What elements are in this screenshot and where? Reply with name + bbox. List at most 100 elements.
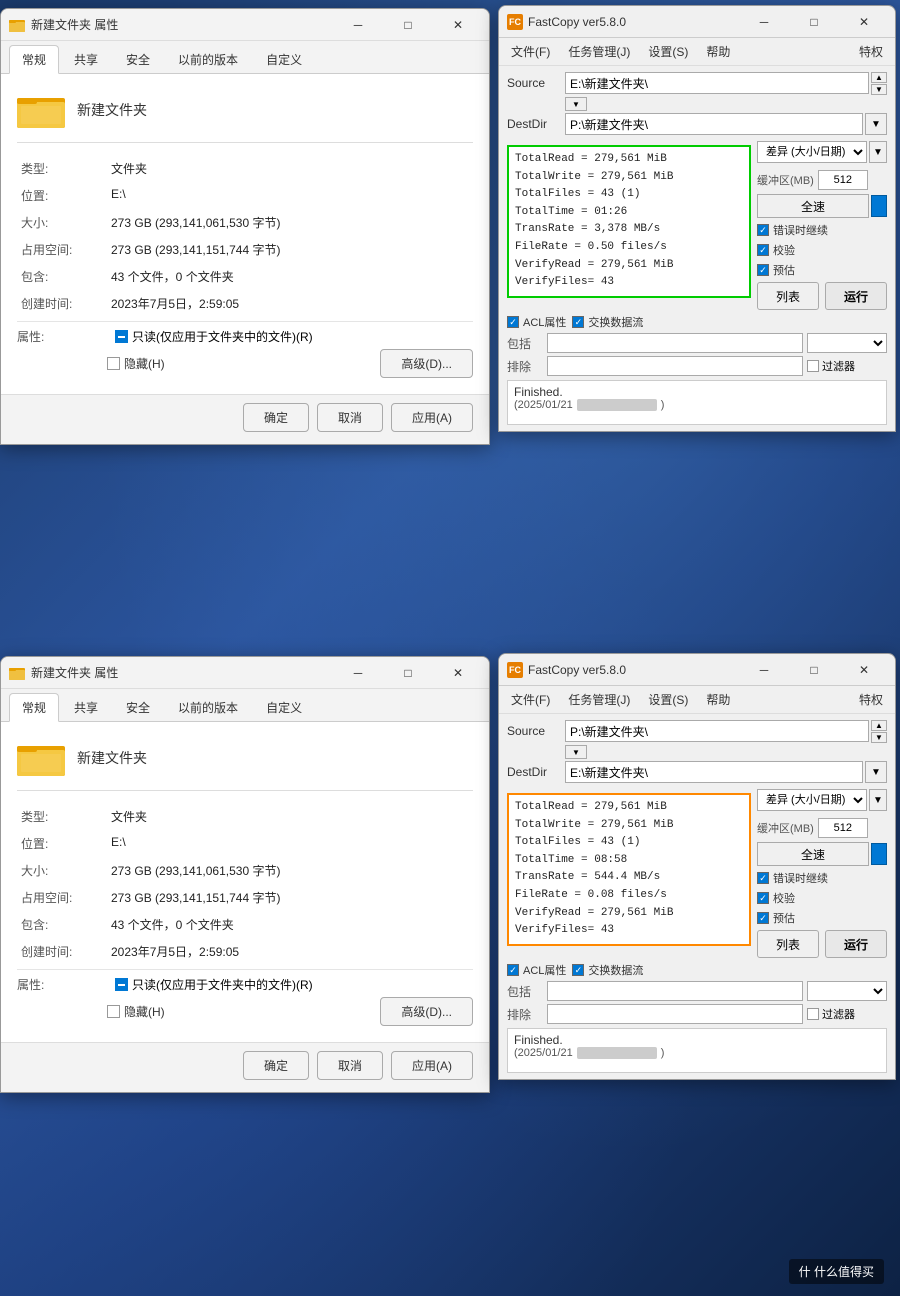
bl-tab-share[interactable]: 共享 <box>61 693 111 721</box>
include-input[interactable] <box>547 333 803 353</box>
include-select[interactable] <box>807 333 887 353</box>
filter-checkbox[interactable] <box>807 360 819 372</box>
folder-icon <box>17 90 65 130</box>
br-menu-help[interactable]: 帮助 <box>698 688 738 711</box>
mode-dropdown-btn[interactable]: ▼ <box>869 141 887 163</box>
tab-previous[interactable]: 以前的版本 <box>165 45 251 73</box>
br-menu-privilege[interactable]: 特权 <box>851 688 891 711</box>
br-source-dropdown-btn[interactable]: ▼ <box>565 745 587 759</box>
menu-privilege[interactable]: 特权 <box>851 40 891 63</box>
bl-advanced-button[interactable]: 高级(D)... <box>380 997 473 1026</box>
br-exclude-input[interactable] <box>547 1004 803 1024</box>
fc-left-col: TotalRead = 279,561 MiBTotalWrite = 279,… <box>507 141 751 310</box>
minimize-button[interactable]: ─ <box>335 9 381 41</box>
run-button[interactable]: 运行 <box>825 282 887 310</box>
close-button[interactable]: ✕ <box>435 9 481 41</box>
br-menu-task[interactable]: 任务管理(J) <box>560 688 638 711</box>
bl-close-button[interactable]: ✕ <box>435 657 481 689</box>
menu-file[interactable]: 文件(F) <box>503 40 558 63</box>
br-verify-checkbox[interactable] <box>757 892 769 904</box>
br-scroll-down-btn[interactable]: ▼ <box>871 732 887 743</box>
exclude-input[interactable] <box>547 356 803 376</box>
fc-logo-icon-2: FC <box>507 662 523 678</box>
props-row: 类型:文件夹 <box>17 155 473 182</box>
br-mode-dropdown-btn[interactable]: ▼ <box>869 789 887 811</box>
fc-minimize-button[interactable]: ─ <box>741 6 787 38</box>
tab-custom[interactable]: 自定义 <box>253 45 315 73</box>
br-destdir-input[interactable] <box>565 761 863 783</box>
br-preview-checkbox[interactable] <box>757 912 769 924</box>
props-value: 2023年7月5日，2:59:05 <box>107 290 473 317</box>
acl-checkbox[interactable] <box>507 316 519 328</box>
destdir-dropdown-btn[interactable]: ▼ <box>865 113 887 135</box>
bl-tab-custom[interactable]: 自定义 <box>253 693 315 721</box>
bl-tab-previous[interactable]: 以前的版本 <box>165 693 251 721</box>
list-button[interactable]: 列表 <box>757 282 819 310</box>
hidden-checkbox[interactable] <box>107 357 120 370</box>
bottom-right-controls[interactable]: ─ □ ✕ <box>741 654 887 686</box>
bl-maximize-button[interactable]: □ <box>385 657 431 689</box>
br-filter-checkbox[interactable] <box>807 1008 819 1020</box>
br-mode-select[interactable]: 差异 (大小/日期) <box>757 789 867 811</box>
br-run-button[interactable]: 运行 <box>825 930 887 958</box>
bl-readonly-checkbox[interactable] <box>115 978 128 991</box>
br-error-continue-checkbox[interactable] <box>757 872 769 884</box>
br-close-button[interactable]: ✕ <box>841 654 887 686</box>
br-stream-checkbox[interactable] <box>572 964 584 976</box>
verify-checkbox[interactable] <box>757 244 769 256</box>
mode-select[interactable]: 差异 (大小/日期) <box>757 141 867 163</box>
apply-button[interactable]: 应用(A) <box>391 403 473 432</box>
bl-hidden-checkbox[interactable] <box>107 1005 120 1018</box>
tab-share[interactable]: 共享 <box>61 45 111 73</box>
bl-tab-security[interactable]: 安全 <box>113 693 163 721</box>
stream-checkbox[interactable] <box>572 316 584 328</box>
preview-checkbox[interactable] <box>757 264 769 276</box>
br-scroll-up-btn[interactable]: ▲ <box>871 720 887 731</box>
error-continue-checkbox[interactable] <box>757 224 769 236</box>
menu-settings[interactable]: 设置(S) <box>640 40 696 63</box>
source-input[interactable] <box>565 72 869 94</box>
source-dropdown-btn[interactable]: ▼ <box>565 97 587 111</box>
bottom-left-controls[interactable]: ─ □ ✕ <box>335 657 481 689</box>
bl-cancel-button[interactable]: 取消 <box>317 1051 383 1080</box>
maximize-button[interactable]: □ <box>385 9 431 41</box>
top-right-controls[interactable]: ─ □ ✕ <box>741 6 887 38</box>
scroll-down-btn[interactable]: ▼ <box>871 84 887 95</box>
menu-help[interactable]: 帮助 <box>698 40 738 63</box>
bl-ok-button[interactable]: 确定 <box>243 1051 309 1080</box>
bl-apply-button[interactable]: 应用(A) <box>391 1051 473 1080</box>
tab-general[interactable]: 常规 <box>9 45 59 74</box>
br-acl-checkbox[interactable] <box>507 964 519 976</box>
br-minimize-button[interactable]: ─ <box>741 654 787 686</box>
scroll-up-btn[interactable]: ▲ <box>871 72 887 83</box>
watermark: 什 什么值得买 <box>789 1259 884 1284</box>
menu-task[interactable]: 任务管理(J) <box>560 40 638 63</box>
top-left-controls[interactable]: ─ □ ✕ <box>335 9 481 41</box>
speed-button[interactable]: 全速 <box>757 194 869 218</box>
br-include-input[interactable] <box>547 981 803 1001</box>
buffer-input[interactable] <box>818 170 868 190</box>
props-content: 新建文件夹 类型:文件夹位置:E:\大小:273 GB (293,141,061… <box>1 74 489 394</box>
br-destdir-dropdown-btn[interactable]: ▼ <box>865 761 887 783</box>
ok-button[interactable]: 确定 <box>243 403 309 432</box>
br-buffer-input[interactable] <box>818 818 868 838</box>
br-menu-settings[interactable]: 设置(S) <box>640 688 696 711</box>
bl-tab-general[interactable]: 常规 <box>9 693 59 722</box>
bl-readonly-label: 只读(仅应用于文件夹中的文件)(R) <box>132 976 313 993</box>
hidden-row: 隐藏(H) 高级(D)... <box>107 349 473 378</box>
br-speed-button[interactable]: 全速 <box>757 842 869 866</box>
tab-security[interactable]: 安全 <box>113 45 163 73</box>
fc-close-button[interactable]: ✕ <box>841 6 887 38</box>
advanced-button[interactable]: 高级(D)... <box>380 349 473 378</box>
br-menu-file[interactable]: 文件(F) <box>503 688 558 711</box>
br-include-select[interactable] <box>807 981 887 1001</box>
br-list-button[interactable]: 列表 <box>757 930 819 958</box>
destdir-input[interactable] <box>565 113 863 135</box>
br-source-input[interactable] <box>565 720 869 742</box>
cancel-button[interactable]: 取消 <box>317 403 383 432</box>
br-maximize-button[interactable]: □ <box>791 654 837 686</box>
bl-minimize-button[interactable]: ─ <box>335 657 381 689</box>
fc-maximize-button[interactable]: □ <box>791 6 837 38</box>
br-source-scroll-btns: ▲ ▼ <box>871 720 887 743</box>
readonly-checkbox[interactable] <box>115 330 128 343</box>
